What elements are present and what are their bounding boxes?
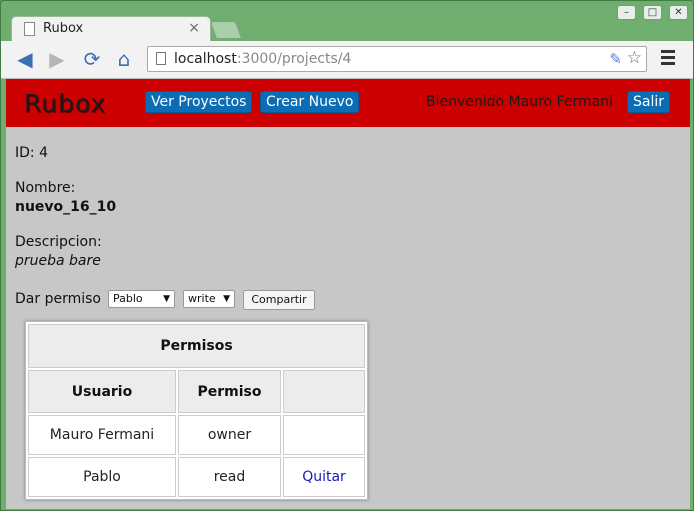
row-permission: read	[178, 457, 281, 497]
table-title: Permisos	[28, 324, 365, 368]
url-host: localhost	[174, 51, 237, 67]
page-content: Rubox Ver Proyectos Crear Nuevo Bienveni…	[6, 79, 690, 509]
description-value: prueba bare	[15, 253, 101, 269]
close-window-icon[interactable]: ✕	[669, 5, 688, 20]
dropdown-arrow-icon: ▼	[223, 294, 230, 304]
tab-close-icon[interactable]: ×	[188, 20, 200, 36]
permissions-table: Permisos Usuario Permiso Mauro Fermani o…	[25, 321, 368, 500]
browser-toolbar: ◀ ▶ ⟳ ⌂ localhost:3000/projects/4 ✎ ☆	[1, 41, 693, 79]
url-text: localhost:3000/projects/4	[174, 51, 351, 67]
home-icon[interactable]: ⌂	[112, 47, 136, 71]
bookmark-star-icon[interactable]: ☆	[627, 48, 642, 68]
page-info-icon[interactable]	[156, 52, 166, 65]
user-select-value: Pablo	[113, 292, 143, 305]
url-path: :3000/projects/4	[236, 51, 352, 67]
crear-nuevo-button[interactable]: Crear Nuevo	[260, 91, 360, 113]
remove-permission-link[interactable]: Quitar	[302, 469, 346, 485]
reload-icon[interactable]: ⟳	[80, 47, 104, 71]
row-permission: owner	[178, 415, 281, 455]
table-row: Mauro Fermani owner	[28, 415, 365, 455]
column-header-user: Usuario	[28, 370, 176, 413]
share-button[interactable]: Compartir	[243, 290, 315, 310]
browser-tab[interactable]: Rubox ×	[11, 16, 211, 42]
row-action: Quitar	[283, 457, 365, 497]
ver-proyectos-button[interactable]: Ver Proyectos	[145, 91, 253, 113]
description-label: Descripcion:	[15, 234, 102, 250]
forward-arrow-icon[interactable]: ▶	[45, 47, 69, 71]
welcome-text: Bienvenido Mauro Fermani	[426, 94, 613, 110]
minimize-icon[interactable]: –	[617, 5, 636, 20]
row-user: Mauro Fermani	[28, 415, 176, 455]
site-header: Rubox Ver Proyectos Crear Nuevo Bienveni…	[6, 79, 690, 127]
permission-select[interactable]: write ▼	[183, 290, 235, 308]
row-action	[283, 415, 365, 455]
extension-icon[interactable]: ✎	[609, 50, 622, 68]
dropdown-arrow-icon: ▼	[163, 294, 170, 304]
user-select[interactable]: Pablo ▼	[108, 290, 175, 308]
column-header-permission: Permiso	[178, 370, 281, 413]
name-label: Nombre:	[15, 180, 76, 196]
give-permission-label: Dar permiso	[15, 291, 101, 307]
menu-icon[interactable]	[661, 50, 675, 66]
back-arrow-icon[interactable]: ◀	[13, 47, 37, 71]
column-header-actions	[283, 370, 365, 413]
permission-select-value: write	[188, 292, 216, 305]
new-tab-button[interactable]	[209, 21, 243, 39]
table-row: Pablo read Quitar	[28, 457, 365, 497]
project-id: ID: 4	[15, 145, 48, 161]
name-value: nuevo_16_10	[15, 199, 117, 215]
address-bar[interactable]: localhost:3000/projects/4 ✎ ☆	[147, 46, 647, 72]
maximize-icon[interactable]: □	[643, 5, 662, 20]
tab-strip: Rubox × – □ ✕	[1, 1, 693, 42]
browser-window: Rubox × – □ ✕ ◀ ▶ ⟳ ⌂ localhost:3000/pro…	[0, 0, 694, 511]
tab-title: Rubox	[43, 21, 84, 36]
row-user: Pablo	[28, 457, 176, 497]
page-icon	[24, 22, 35, 36]
logout-button[interactable]: Salir	[627, 91, 671, 113]
site-logo[interactable]: Rubox	[24, 89, 106, 118]
